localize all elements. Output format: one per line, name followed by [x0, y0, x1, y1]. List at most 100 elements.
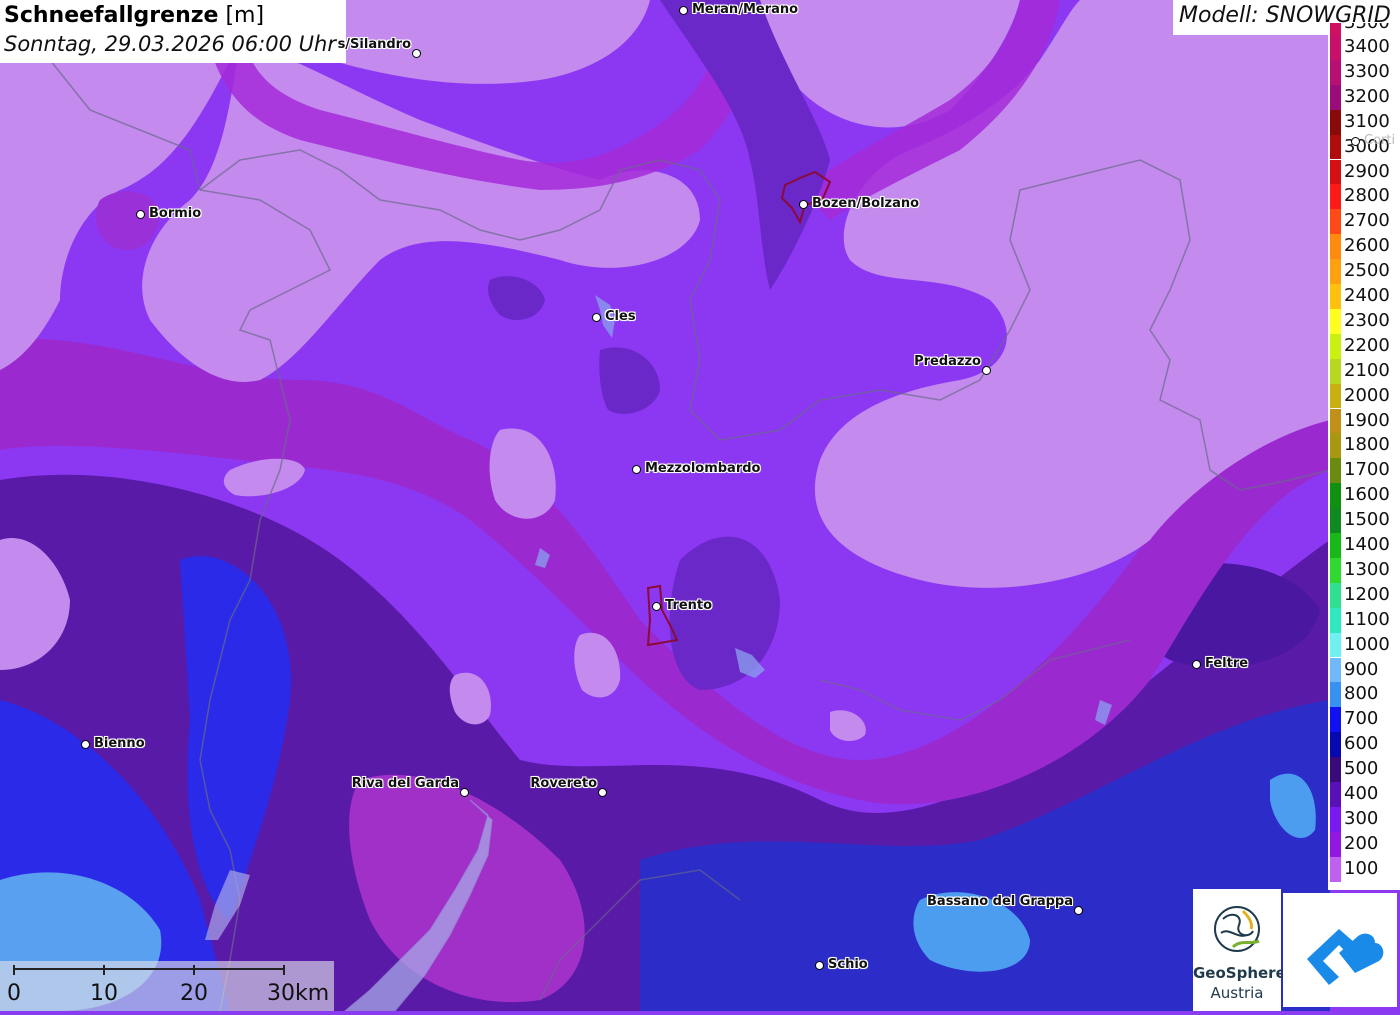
legend-swatch — [1330, 557, 1341, 583]
city-marker — [1074, 906, 1083, 915]
legend-swatch — [1330, 483, 1341, 509]
legend-swatch — [1330, 533, 1341, 558]
city-marker — [679, 6, 688, 15]
legend-swatch — [1330, 458, 1341, 484]
legend-row: 500 — [1328, 757, 1400, 782]
legend-label: 3500 — [1344, 23, 1390, 34]
scale-label-0: 0 — [7, 981, 21, 1006]
city-label[interactable]: Schio — [828, 957, 868, 972]
city-label[interactable]: Bormio — [149, 206, 201, 221]
legend-row: 2700 — [1328, 209, 1400, 235]
city-marker — [652, 602, 661, 611]
legend-swatch — [1330, 632, 1341, 658]
legend-swatch — [1330, 234, 1341, 260]
legend-label: 500 — [1344, 758, 1379, 780]
city-label[interactable]: s/Silandro — [338, 37, 411, 52]
legend-swatch — [1330, 284, 1341, 309]
city-marker — [632, 465, 641, 474]
legend-label: 600 — [1344, 733, 1379, 755]
legend-label: 1900 — [1344, 409, 1390, 431]
title-main: Schneefallgrenze — [4, 3, 219, 28]
legend-swatch — [1330, 757, 1341, 782]
legend-swatch — [1330, 408, 1341, 434]
city-label[interactable]: Bassano del Grappa — [927, 894, 1073, 909]
city-marker — [136, 210, 145, 219]
legend-swatch — [1330, 209, 1341, 235]
legend-row: 600 — [1328, 732, 1400, 758]
legend-label: 3200 — [1344, 85, 1390, 107]
city-label[interactable]: Riva del Garda — [352, 776, 459, 791]
legend-row: 300 — [1328, 806, 1400, 832]
city-marker — [460, 788, 469, 797]
legend-row: 2500 — [1328, 259, 1400, 284]
legend-row: 900 — [1328, 657, 1400, 683]
weather-app-logo[interactable] — [1283, 893, 1397, 1007]
legend-label: 1400 — [1344, 534, 1390, 555]
legend-row-top: 3500 — [1328, 23, 1400, 35]
logo-name-1: GeoSphere — [1193, 964, 1286, 982]
legend-row: 3300 — [1328, 59, 1400, 85]
map-title-box: Schneefallgrenze [m] Sonntag, 29.03.2026… — [0, 0, 346, 63]
legend-label: 3300 — [1344, 60, 1390, 82]
legend-row: 1800 — [1328, 433, 1400, 459]
geosphere-logo[interactable]: GeoSphere Austria — [1193, 889, 1286, 1011]
legend-row: 1500 — [1328, 508, 1400, 533]
city-label[interactable]: Feltre — [1205, 656, 1248, 671]
legend-label: 2800 — [1344, 185, 1390, 207]
logo-name-2: Austria — [1210, 984, 1264, 1002]
legend-swatch — [1330, 856, 1341, 882]
scale-label-20: 20 — [180, 981, 208, 1006]
legend-label: 300 — [1344, 807, 1379, 829]
city-label[interactable]: Mezzolombardo — [645, 461, 760, 476]
legend-label: 3400 — [1344, 36, 1390, 57]
city-label[interactable]: Rovereto — [530, 776, 597, 791]
city-label[interactable]: Corti — [1364, 133, 1395, 148]
city-label[interactable]: Cles — [605, 309, 636, 324]
legend-row: 2000 — [1328, 383, 1400, 409]
city-marker — [1192, 660, 1201, 669]
legend-row: 2900 — [1328, 159, 1400, 185]
scale-label-30km: 30km — [267, 981, 330, 1006]
cloud-arrow-icon — [1307, 929, 1384, 985]
geosphere-emblem-icon — [1214, 906, 1260, 952]
legend-swatch — [1330, 831, 1341, 857]
legend-swatch — [1330, 184, 1341, 210]
legend-label: 2500 — [1344, 260, 1390, 282]
legend-swatch — [1330, 508, 1341, 533]
legend-swatch — [1330, 782, 1341, 807]
legend-label: 2200 — [1344, 334, 1390, 356]
legend-label: 2900 — [1344, 160, 1390, 182]
legend-row: 1900 — [1328, 408, 1400, 434]
legend-row: 2400 — [1328, 284, 1400, 309]
map-title: Schneefallgrenze [m] — [4, 2, 342, 30]
legend-swatch — [1330, 806, 1341, 832]
legend-label: 900 — [1344, 658, 1379, 680]
legend-label: 2300 — [1344, 309, 1390, 331]
legend-label: 1100 — [1344, 608, 1390, 630]
legend-row: 3100 — [1328, 109, 1400, 135]
snowfall-limit-map[interactable] — [0, 0, 1400, 1011]
legend-row: 1400 — [1328, 533, 1400, 558]
legend: 3500 34003300320031003000290028002700260… — [1328, 23, 1400, 890]
legend-label: 700 — [1344, 708, 1379, 730]
city-marker — [815, 961, 824, 970]
legend-label: 400 — [1344, 783, 1379, 804]
legend-label: 3100 — [1344, 110, 1390, 132]
city-label[interactable]: Trento — [665, 598, 712, 613]
legend-label: 1300 — [1344, 558, 1390, 580]
legend-swatch — [1330, 383, 1341, 409]
legend-row: 1200 — [1328, 582, 1400, 608]
city-label[interactable]: Bienno — [94, 736, 145, 751]
city-marker — [982, 366, 991, 375]
legend-label: 2400 — [1344, 285, 1390, 306]
legend-swatch — [1330, 159, 1341, 185]
city-label[interactable]: Meran/Merano — [692, 2, 798, 17]
scale-bar: 0 10 20 30km — [0, 961, 334, 1011]
legend-swatch — [1330, 109, 1341, 135]
city-label[interactable]: Predazzo — [914, 354, 981, 369]
legend-label: 200 — [1344, 832, 1379, 854]
scale-label-10: 10 — [90, 981, 118, 1006]
legend-label: 100 — [1344, 857, 1379, 879]
legend-label: 2100 — [1344, 359, 1390, 381]
city-label[interactable]: Bozen/Bolzano — [812, 196, 919, 211]
